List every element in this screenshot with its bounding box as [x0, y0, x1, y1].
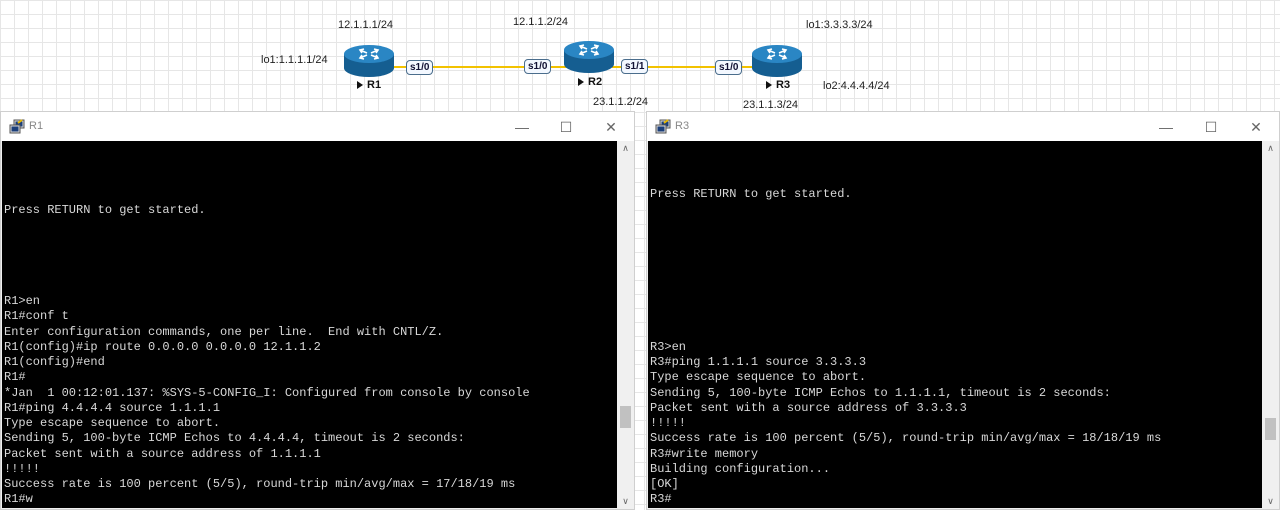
terminal-line: Sending 5, 100-byte ICMP Echos to 1.1.1.… [650, 386, 1111, 400]
port-badge-r2-s11[interactable]: s1/1 [621, 59, 649, 74]
window-title: R1 [29, 120, 44, 132]
vertical-scrollbar[interactable]: ∧ ∨ [617, 141, 634, 508]
console-window-r3[interactable]: R3 — ☐ ✕ Press RETURN to get started. R3… [646, 111, 1280, 510]
play-icon [357, 81, 363, 89]
port-badge-r2-s10[interactable]: s1/0 [524, 59, 552, 74]
terminal-line: !!!!! [650, 416, 687, 430]
scroll-up-icon[interactable]: ∧ [617, 141, 634, 155]
terminal-line: Packet sent with a source address of 3.3… [650, 401, 967, 415]
putty-icon [9, 119, 25, 134]
scrollbar-thumb[interactable] [620, 406, 631, 428]
window-title: R3 [675, 120, 690, 132]
terminal-line: *Jan 1 00:12:01.137: %SYS-5-CONFIG_I: Co… [4, 386, 530, 400]
close-button[interactable]: ✕ [599, 117, 623, 137]
router-r1-label: R1 [367, 79, 382, 91]
maximize-button[interactable]: ☐ [554, 117, 578, 137]
ip-label-r1-s10: 12.1.1.1/24 [338, 19, 394, 31]
terminal-line: Building configuration... [650, 462, 831, 476]
console-window-r1[interactable]: R1 — ☐ ✕ Press RETURN to get started. R1… [0, 111, 635, 510]
loopback-label-r1-lo1: lo1:1.1.1.1/24 [261, 54, 328, 66]
router-r1-icon[interactable] [343, 44, 395, 78]
terminal-line: !!!!! [4, 462, 41, 476]
router-r1-name[interactable]: R1 [357, 79, 381, 91]
router-r3-name[interactable]: R3 [766, 79, 790, 91]
loopback-label-r3-lo1: lo1:3.3.3.3/24 [806, 19, 873, 31]
terminal-line: R1>en [4, 294, 41, 308]
ip-label-r2-s11: 23.1.1.2/24 [593, 96, 649, 108]
terminal-line: R1#ping 4.4.4.4 source 1.1.1.1 [4, 401, 221, 415]
router-r3-label: R3 [776, 79, 791, 91]
scroll-up-icon[interactable]: ∧ [1262, 141, 1279, 155]
terminal-line: R3>en [650, 340, 687, 354]
scroll-down-icon[interactable]: ∨ [1262, 494, 1279, 508]
terminal-line: Success rate is 100 percent (5/5), round… [4, 477, 516, 491]
play-icon [578, 78, 584, 86]
terminal-line: Enter configuration commands, one per li… [4, 325, 444, 339]
router-r2-name[interactable]: R2 [578, 76, 602, 88]
vertical-scrollbar[interactable]: ∧ ∨ [1262, 141, 1279, 508]
terminal-line: Press RETURN to get started. [4, 203, 206, 217]
terminal-line: R3#write memory [650, 447, 759, 461]
terminal-line: R1(config)#end [4, 355, 105, 369]
terminal-line: R1#conf t [4, 309, 69, 323]
window-titlebar[interactable]: R1 — ☐ ✕ [1, 112, 634, 141]
terminal-line: Press RETURN to get started. [650, 187, 852, 201]
ip-label-r3-s10: 23.1.1.3/24 [743, 99, 799, 111]
router-r3-icon[interactable] [751, 44, 803, 78]
terminal-line: Type escape sequence to abort. [650, 370, 867, 384]
terminal-output[interactable]: Press RETURN to get started. R3>en R3#pi… [648, 141, 1262, 508]
loopback-label-r3-lo2: lo2:4.4.4.4/24 [823, 80, 890, 92]
play-icon [766, 81, 772, 89]
terminal-output[interactable]: Press RETURN to get started. R1>en R1#co… [2, 141, 617, 508]
port-badge-r1-s10[interactable]: s1/0 [406, 60, 434, 75]
minimize-button[interactable]: — [1154, 117, 1178, 137]
close-button[interactable]: ✕ [1244, 117, 1268, 137]
terminal-line: Sending 5, 100-byte ICMP Echos to 4.4.4.… [4, 431, 465, 445]
terminal-line: R3# [650, 492, 672, 506]
scroll-down-icon[interactable]: ∨ [617, 494, 634, 508]
terminal-line: Type escape sequence to abort. [4, 416, 221, 430]
putty-icon [655, 119, 671, 134]
ip-label-r2-s10: 12.1.1.2/24 [513, 16, 569, 28]
terminal-line: R1#w [4, 492, 33, 506]
terminal-line: R1(config)#ip route 0.0.0.0 0.0.0.0 12.1… [4, 340, 321, 354]
terminal-line: R1# [4, 370, 26, 384]
terminal-line: [OK] [650, 477, 679, 491]
terminal-line: Success rate is 100 percent (5/5), round… [650, 431, 1162, 445]
router-r2-label: R2 [588, 76, 603, 88]
window-titlebar[interactable]: R3 — ☐ ✕ [647, 112, 1279, 141]
minimize-button[interactable]: — [510, 117, 534, 137]
maximize-button[interactable]: ☐ [1199, 117, 1223, 137]
scrollbar-thumb[interactable] [1265, 418, 1276, 440]
terminal-line: Packet sent with a source address of 1.1… [4, 447, 321, 461]
port-badge-r3-s10[interactable]: s1/0 [715, 60, 743, 75]
router-r2-icon[interactable] [563, 40, 615, 74]
terminal-line: R3#ping 1.1.1.1 source 3.3.3.3 [650, 355, 867, 369]
